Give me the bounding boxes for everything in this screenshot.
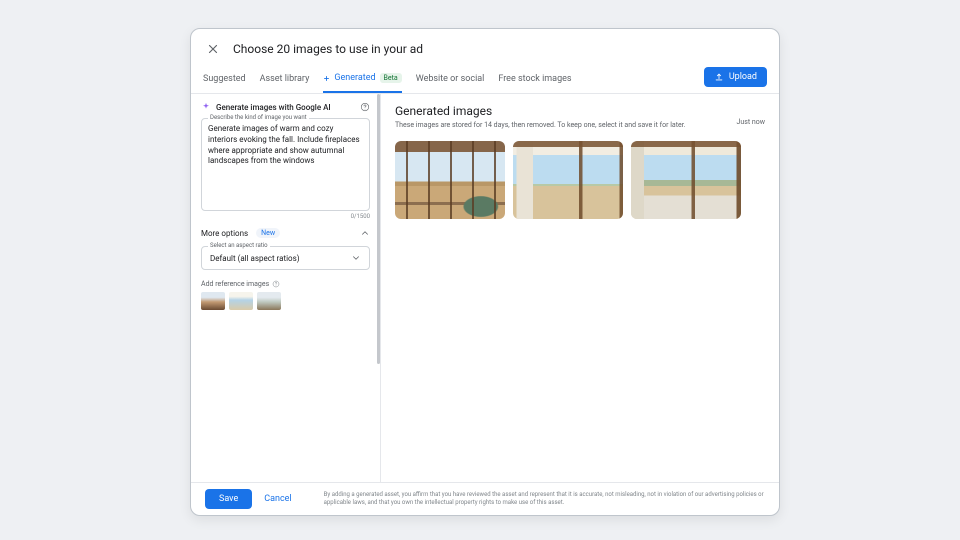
help-icon[interactable] — [272, 280, 280, 288]
modal-header: Choose 20 images to use in your ad — [191, 29, 779, 65]
upload-icon — [714, 72, 724, 82]
reference-images-label: Add reference images — [201, 280, 370, 288]
sparkle-icon — [201, 102, 211, 112]
results-timestamp: Just now — [737, 118, 765, 126]
new-pill: New — [256, 228, 280, 238]
tab-free-stock[interactable]: Free stock images — [498, 65, 571, 93]
results-panel: Generated images These images are stored… — [381, 94, 779, 482]
generated-image[interactable] — [631, 141, 741, 219]
beta-badge: Beta — [380, 73, 402, 83]
generated-gallery — [395, 141, 765, 219]
modal-body: Generate images with Google AI Describe … — [191, 94, 779, 482]
plus-icon — [323, 75, 330, 82]
disclaimer-text: By adding a generated asset, you affirm … — [324, 491, 765, 507]
results-subtitle: These images are stored for 14 days, the… — [395, 121, 686, 129]
help-icon[interactable] — [360, 102, 370, 112]
modal-footer: Save Cancel By adding a generated asset,… — [191, 482, 779, 515]
more-options-toggle[interactable]: More options New — [201, 228, 370, 238]
prompt-field: Describe the kind of image you want — [201, 118, 370, 211]
tab-generated[interactable]: Generated Beta — [323, 65, 401, 93]
prompt-input[interactable] — [208, 124, 363, 202]
upload-button[interactable]: Upload — [704, 67, 767, 87]
generation-panel: Generate images with Google AI Describe … — [191, 94, 381, 482]
generated-image[interactable] — [513, 141, 623, 219]
generate-heading: Generate images with Google AI — [216, 103, 331, 112]
generated-image[interactable] — [395, 141, 505, 219]
prompt-label: Describe the kind of image you want — [208, 114, 309, 121]
chevron-up-icon — [360, 228, 370, 238]
aspect-label: Select an aspect ratio — [208, 242, 270, 249]
reference-thumb[interactable] — [201, 292, 225, 310]
scrollbar[interactable] — [377, 94, 380, 364]
tab-generated-label: Generated — [334, 73, 375, 83]
results-title: Generated images — [395, 104, 686, 118]
image-picker-modal: Choose 20 images to use in your ad Sugge… — [190, 28, 780, 516]
reference-images-row — [201, 292, 370, 310]
tab-website-social[interactable]: Website or social — [416, 65, 485, 93]
upload-label: Upload — [729, 72, 757, 82]
modal-title: Choose 20 images to use in your ad — [233, 42, 423, 56]
tab-asset-library[interactable]: Asset library — [260, 65, 310, 93]
reference-thumb[interactable] — [257, 292, 281, 310]
more-options-label: More options — [201, 229, 248, 238]
reference-thumb[interactable] — [229, 292, 253, 310]
aspect-ratio-select[interactable]: Select an aspect ratio Default (all aspe… — [201, 246, 370, 270]
tab-row: Suggested Asset library Generated Beta W… — [191, 65, 779, 94]
cancel-button[interactable]: Cancel — [264, 494, 291, 504]
close-icon[interactable] — [203, 39, 223, 59]
chevron-down-icon — [351, 253, 361, 263]
aspect-value: Default (all aspect ratios) — [210, 254, 300, 263]
tab-suggested[interactable]: Suggested — [203, 65, 246, 93]
char-counter: 0/1500 — [201, 213, 370, 220]
save-button[interactable]: Save — [205, 489, 252, 509]
